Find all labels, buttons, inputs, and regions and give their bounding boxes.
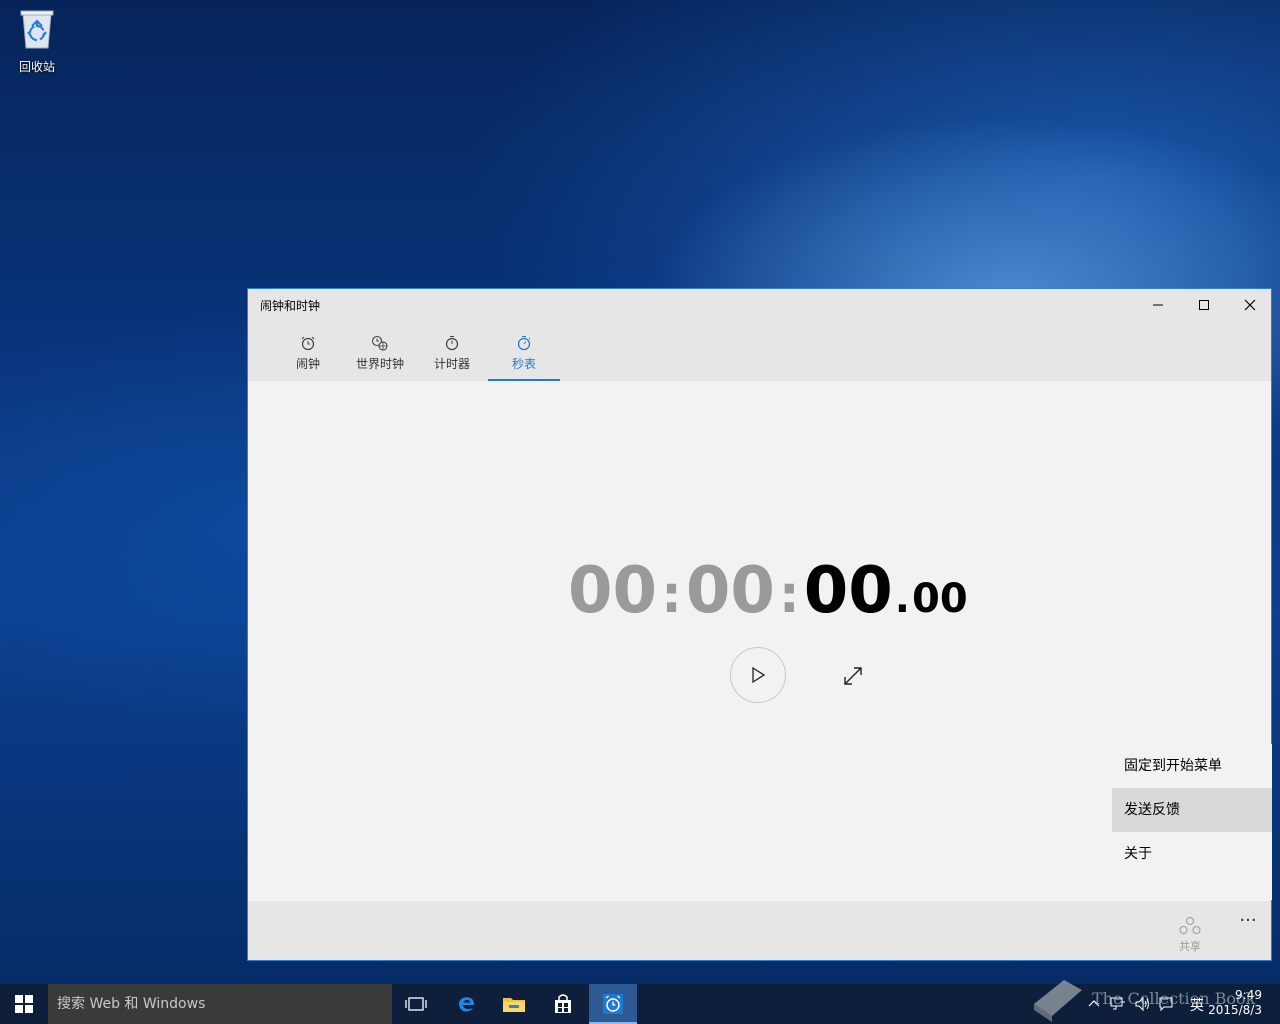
task-view-icon (405, 997, 427, 1011)
watermark-text: The Collection Book (1092, 989, 1256, 1008)
close-icon (1244, 299, 1256, 311)
expand-button[interactable] (842, 665, 864, 691)
store-icon (555, 994, 571, 1013)
watermark: The Collection Book (1030, 974, 1280, 1024)
window-title: 闹钟和时钟 (260, 299, 321, 313)
close-button[interactable] (1227, 289, 1273, 321)
menu-item-pin-to-start[interactable]: 固定到开始菜单 (1112, 744, 1272, 788)
maximize-button[interactable] (1181, 289, 1227, 321)
stopwatch-decimal-point: . (894, 576, 910, 622)
stopwatch-minutes: 00 (685, 554, 775, 628)
task-view-button[interactable] (392, 984, 440, 1024)
windows-logo-icon (15, 995, 33, 1013)
timer-icon (445, 336, 459, 351)
expand-icon (844, 667, 862, 685)
tab-world-clock[interactable]: 世界时钟 (352, 321, 408, 381)
maximize-icon (1199, 300, 1209, 310)
file-explorer-button[interactable] (490, 984, 538, 1024)
start-button[interactable] (730, 647, 786, 703)
title-bar[interactable]: 闹钟和时钟 (248, 289, 1271, 321)
tab-timer-label: 计时器 (433, 357, 470, 371)
edge-browser-icon (458, 997, 474, 1012)
minimize-icon (1153, 304, 1163, 306)
tab-alarm-label: 闹钟 (295, 357, 320, 371)
stopwatch-display: 00:00:00.00 (568, 554, 968, 628)
share-label: 共享 (1179, 940, 1201, 953)
tab-stopwatch[interactable]: 秒表 (488, 321, 560, 381)
minimize-button[interactable] (1135, 289, 1181, 321)
more-options-button[interactable]: ··· (1228, 911, 1268, 941)
world-clock-icon (371, 335, 388, 351)
edge-button[interactable] (442, 984, 490, 1024)
tab-world-clock-label: 世界时钟 (355, 357, 404, 371)
book-logo-icon (1034, 980, 1082, 1022)
folder-icon (503, 998, 525, 1012)
recycle-bin-label: 回收站 (18, 60, 55, 74)
app-bar: 共享 ··· (248, 901, 1271, 960)
tab-alarm[interactable]: 闹钟 (284, 321, 332, 381)
stopwatch-hours: 00 (568, 554, 658, 628)
stopwatch-separator: : (778, 565, 800, 625)
stopwatch-icon (517, 336, 531, 351)
recycle-bin-shortcut[interactable]: 回收站 (10, 8, 64, 75)
search-box[interactable]: 搜索 Web 和 Windows (48, 984, 392, 1024)
share-icon (1179, 917, 1201, 934)
alarm-clock-icon (603, 994, 623, 1014)
stopwatch-hundredths: 00 (911, 576, 968, 622)
store-button[interactable] (539, 984, 587, 1024)
recycle-bin-icon (20, 8, 54, 50)
play-icon (752, 666, 766, 684)
alarms-clock-taskbar-button[interactable] (589, 984, 637, 1024)
alarms-clock-window: 闹钟和时钟 闹钟 世界时钟 计时器 秒表 00:00:00.00 共享 ··· … (247, 288, 1272, 961)
tab-bar: 闹钟 世界时钟 计时器 秒表 (248, 321, 1271, 381)
tab-stopwatch-label: 秒表 (511, 357, 536, 371)
stopwatch-separator: : (661, 565, 682, 625)
start-button[interactable] (0, 984, 48, 1024)
share-button[interactable]: 共享 (1166, 915, 1214, 954)
app-bar-menu: 固定到开始菜单 发送反馈 关于 (1112, 744, 1272, 900)
menu-item-about[interactable]: 关于 (1112, 832, 1272, 876)
stopwatch-seconds: 00 (803, 554, 893, 628)
menu-item-send-feedback[interactable]: 发送反馈 (1112, 788, 1272, 832)
alarm-clock-icon (301, 336, 315, 351)
tab-timer[interactable]: 计时器 (428, 321, 476, 381)
